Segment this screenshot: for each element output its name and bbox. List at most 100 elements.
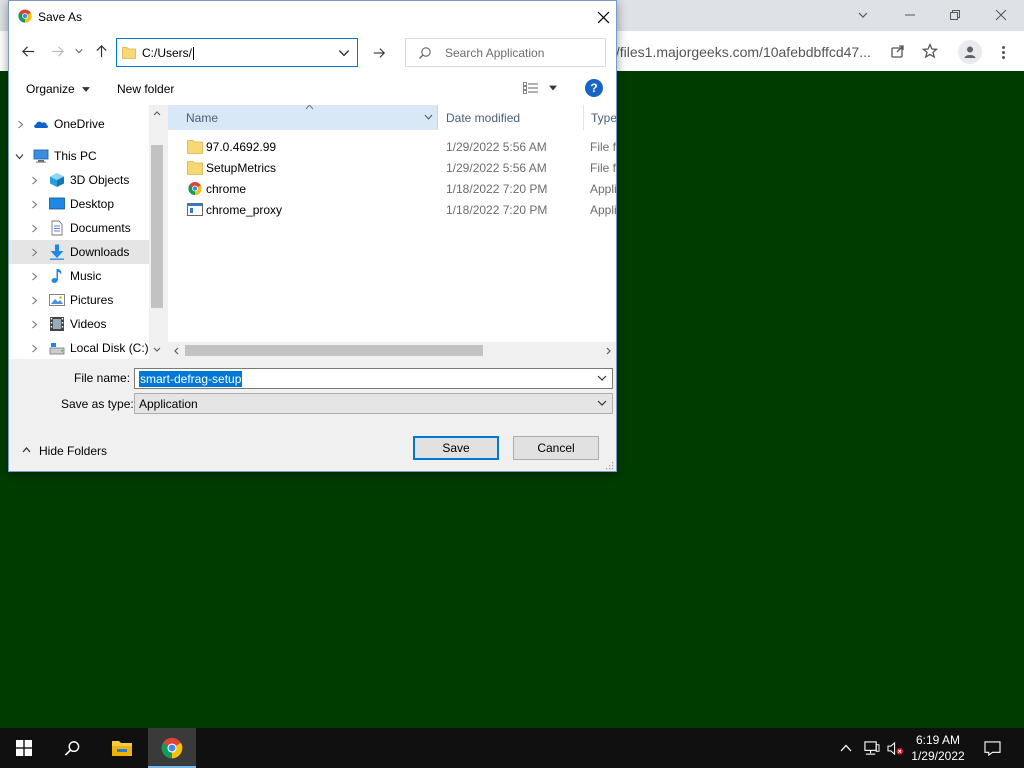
file-date: 1/29/2022 5:56 AM: [446, 161, 547, 175]
chevron-right-icon[interactable]: [31, 296, 38, 305]
file-row[interactable]: chrome 1/18/2022 7:20 PM Appli: [168, 178, 616, 199]
restore-icon[interactable]: [943, 4, 967, 26]
caret-down-icon[interactable]: [549, 85, 557, 91]
file-explorer-button[interactable]: [98, 728, 146, 768]
profile-avatar-icon[interactable]: [958, 40, 982, 64]
tree-item-videos[interactable]: Videos: [9, 312, 149, 336]
taskbar-search-button[interactable]: [48, 728, 96, 768]
hscroll-thumb[interactable]: [185, 345, 483, 356]
music-icon: [51, 269, 62, 283]
save-button[interactable]: Save: [413, 436, 499, 460]
disk-icon: [49, 343, 65, 355]
chevron-right-icon[interactable]: [31, 320, 38, 329]
file-row[interactable]: chrome_proxy 1/18/2022 7:20 PM Appli: [168, 199, 616, 220]
chrome-taskbar-button[interactable]: [148, 728, 196, 768]
tree-item-this-pc[interactable]: This PC: [9, 144, 149, 168]
forward-button[interactable]: [48, 42, 66, 60]
recent-locations-button[interactable]: [73, 42, 85, 60]
chevron-down-icon[interactable]: [424, 114, 433, 120]
chevron-right-icon[interactable]: [31, 272, 38, 281]
show-hidden-icons-button[interactable]: [836, 738, 856, 758]
action-center-button[interactable]: [982, 738, 1002, 758]
tree-item-downloads[interactable]: Downloads: [9, 240, 149, 264]
navigation-pane: OneDrive This PC 3D Objects Desktop Docu…: [9, 105, 165, 359]
file-name: SetupMetrics: [206, 161, 277, 175]
chevron-right-icon[interactable]: [31, 176, 38, 185]
network-tray-icon[interactable]: [861, 738, 881, 758]
minimize-icon[interactable]: [898, 4, 922, 26]
chevron-right-icon[interactable]: [31, 224, 38, 233]
file-name: chrome_proxy: [206, 203, 283, 217]
network-icon: [863, 740, 879, 755]
chevron-right-icon[interactable]: [31, 248, 38, 257]
tree-item-music[interactable]: Music: [9, 264, 149, 288]
tree-item-pictures[interactable]: Pictures: [9, 288, 149, 312]
file-row[interactable]: SetupMetrics 1/29/2022 5:56 AM File fo: [168, 157, 616, 178]
document-icon: [51, 220, 63, 236]
file-name: chrome: [206, 182, 247, 196]
view-options-icon[interactable]: [523, 82, 539, 94]
scroll-right-arrow[interactable]: [600, 342, 616, 359]
tree-label: Local Disk (C:): [70, 341, 149, 355]
chevron-right-icon[interactable]: [31, 344, 38, 353]
tree-item-onedrive[interactable]: OneDrive: [9, 112, 149, 136]
chevron-right-icon: [606, 347, 611, 354]
column-header-name[interactable]: Name: [168, 105, 438, 130]
chevron-down-icon[interactable]: [597, 375, 607, 381]
help-icon[interactable]: ?: [585, 79, 603, 97]
notification-icon: [983, 740, 1001, 756]
organize-button[interactable]: Organize: [26, 82, 91, 96]
chevron-down-icon[interactable]: [15, 153, 24, 160]
share-icon[interactable]: [887, 40, 909, 62]
save-as-dialog: Save As C:/Users/ Search Application Org…: [8, 0, 617, 472]
file-name-input[interactable]: smart-defrag-setup: [134, 368, 613, 389]
tree-label: Music: [70, 269, 102, 283]
search-box[interactable]: Search Application: [405, 38, 606, 67]
dialog-close-button[interactable]: [593, 7, 613, 27]
chevron-down-icon: [153, 347, 161, 352]
file-list-hscrollbar[interactable]: [168, 342, 616, 359]
dialog-titlebar: Save As: [9, 1, 616, 32]
tree-item-documents[interactable]: Documents: [9, 216, 149, 240]
file-name: 97.0.4692.99: [206, 140, 277, 154]
chevron-down-icon[interactable]: [337, 47, 351, 59]
scroll-down-arrow[interactable]: [149, 341, 165, 357]
file-type: File fo: [590, 140, 616, 154]
column-header-type[interactable]: Type: [584, 105, 616, 130]
bookmark-star-icon[interactable]: [919, 40, 941, 62]
tree-item-desktop[interactable]: Desktop: [9, 192, 149, 216]
save-type-select[interactable]: Application: [134, 393, 613, 414]
windows-logo-icon: [16, 740, 32, 756]
arrow-left-icon: [21, 45, 34, 57]
new-folder-button[interactable]: New folder: [117, 82, 174, 96]
chevron-up-icon: [840, 744, 852, 752]
column-header-date[interactable]: Date modified: [438, 105, 584, 130]
chevron-right-icon[interactable]: [17, 120, 24, 129]
browser-close-icon[interactable]: [989, 4, 1013, 26]
sort-ascending-icon: [305, 105, 314, 110]
up-button[interactable]: [92, 42, 110, 60]
scroll-up-arrow[interactable]: [149, 105, 165, 121]
nav-scrollbar[interactable]: [149, 105, 165, 359]
cancel-button[interactable]: Cancel: [513, 436, 599, 460]
tab-search-icon[interactable]: [851, 4, 875, 26]
go-button[interactable]: [364, 38, 394, 67]
file-row[interactable]: 97.0.4692.99 1/29/2022 5:56 AM File fo: [168, 136, 616, 157]
tree-item-local-disk[interactable]: Local Disk (C:): [9, 336, 149, 359]
address-input[interactable]: C:/Users/: [116, 38, 358, 67]
browser-menu-icon[interactable]: [996, 40, 1010, 64]
chevron-down-icon: [75, 49, 83, 54]
back-button[interactable]: [19, 42, 37, 60]
tree-label: 3D Objects: [70, 173, 130, 187]
chrome-icon: [18, 9, 32, 23]
resize-grip-icon[interactable]: [605, 461, 614, 470]
tree-item-3d-objects[interactable]: 3D Objects: [9, 168, 149, 192]
save-type-label: Save as type:: [61, 397, 134, 411]
scroll-left-arrow[interactable]: [168, 342, 184, 359]
chevron-left-icon: [173, 347, 178, 354]
start-button[interactable]: [0, 728, 48, 768]
system-clock[interactable]: 6:19 AM 1/29/2022: [900, 732, 976, 764]
tree-label: Pictures: [70, 293, 114, 307]
chevron-right-icon[interactable]: [31, 200, 38, 209]
nav-scroll-thumb[interactable]: [151, 145, 163, 308]
